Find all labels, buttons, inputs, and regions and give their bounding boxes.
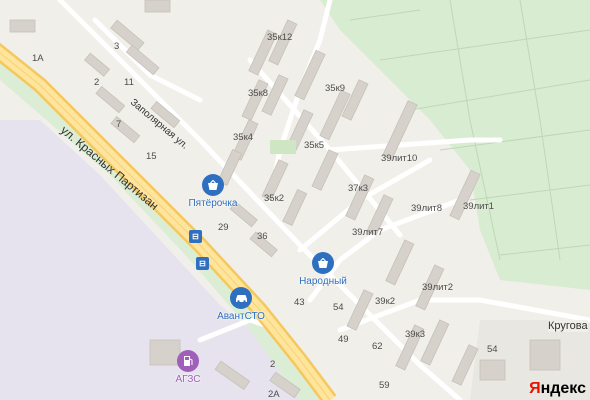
logo-letter-ya: Я <box>529 380 541 397</box>
house-number: 37к3 <box>348 183 369 194</box>
car-service-icon <box>230 287 252 309</box>
basket-icon <box>312 252 334 274</box>
house-number: 39лит8 <box>411 203 443 214</box>
house-number: 2А <box>268 389 280 400</box>
house-number: 2 <box>94 77 100 88</box>
house-number: 15 <box>146 151 157 162</box>
house-number: 1А <box>32 53 44 64</box>
street-label-krugovaya: Кругова <box>548 320 588 332</box>
house-number: 35к9 <box>325 83 346 94</box>
poi-avantsto[interactable]: АвантСТО <box>203 287 279 322</box>
yandex-logo[interactable]: Яндекс <box>529 380 586 398</box>
house-number: 36 <box>257 231 268 242</box>
house-number: 35к8 <box>248 88 269 99</box>
house-number: 39лит7 <box>352 227 384 238</box>
house-number: 39лит2 <box>422 282 454 293</box>
house-number: 39к3 <box>405 329 426 340</box>
map-canvas[interactable] <box>0 0 590 400</box>
house-number: 35к12 <box>267 32 293 43</box>
poi-label: Народный <box>299 276 347 287</box>
house-number: 35к5 <box>304 140 325 151</box>
bus-stop-icon[interactable]: ⊟ <box>196 257 209 270</box>
house-number: 11 <box>124 77 134 88</box>
house-number: 39лит1 <box>463 201 495 212</box>
poi-narodny[interactable]: Народный <box>288 252 358 287</box>
poi-label: Пятёрочка <box>188 198 238 209</box>
house-number: 7 <box>116 119 122 130</box>
house-number: 35к4 <box>233 132 254 143</box>
bus-stop-icon[interactable]: ⊟ <box>189 230 202 243</box>
house-number: 59 <box>379 380 390 391</box>
house-number: 2 <box>270 359 276 370</box>
basket-icon <box>202 174 224 196</box>
poi-label: АГЗС <box>175 374 201 385</box>
poi-agzs[interactable]: АГЗС <box>158 350 218 385</box>
poi-pyaterochka[interactable]: Пятёрочка <box>178 174 248 209</box>
gas-station-icon <box>177 350 199 372</box>
house-number: 43 <box>294 297 305 308</box>
house-number: 29 <box>218 222 229 233</box>
house-number: 39лит10 <box>381 153 418 164</box>
house-number: 39к2 <box>375 296 396 307</box>
house-number: 49 <box>338 334 349 345</box>
house-number: 35к2 <box>264 193 285 204</box>
house-number: 54 <box>487 344 498 355</box>
logo-text: ндекс <box>540 380 586 397</box>
house-number: 54 <box>333 302 344 313</box>
house-number: 3 <box>114 41 120 52</box>
house-number: 62 <box>372 341 383 352</box>
poi-label: АвантСТО <box>217 311 265 322</box>
